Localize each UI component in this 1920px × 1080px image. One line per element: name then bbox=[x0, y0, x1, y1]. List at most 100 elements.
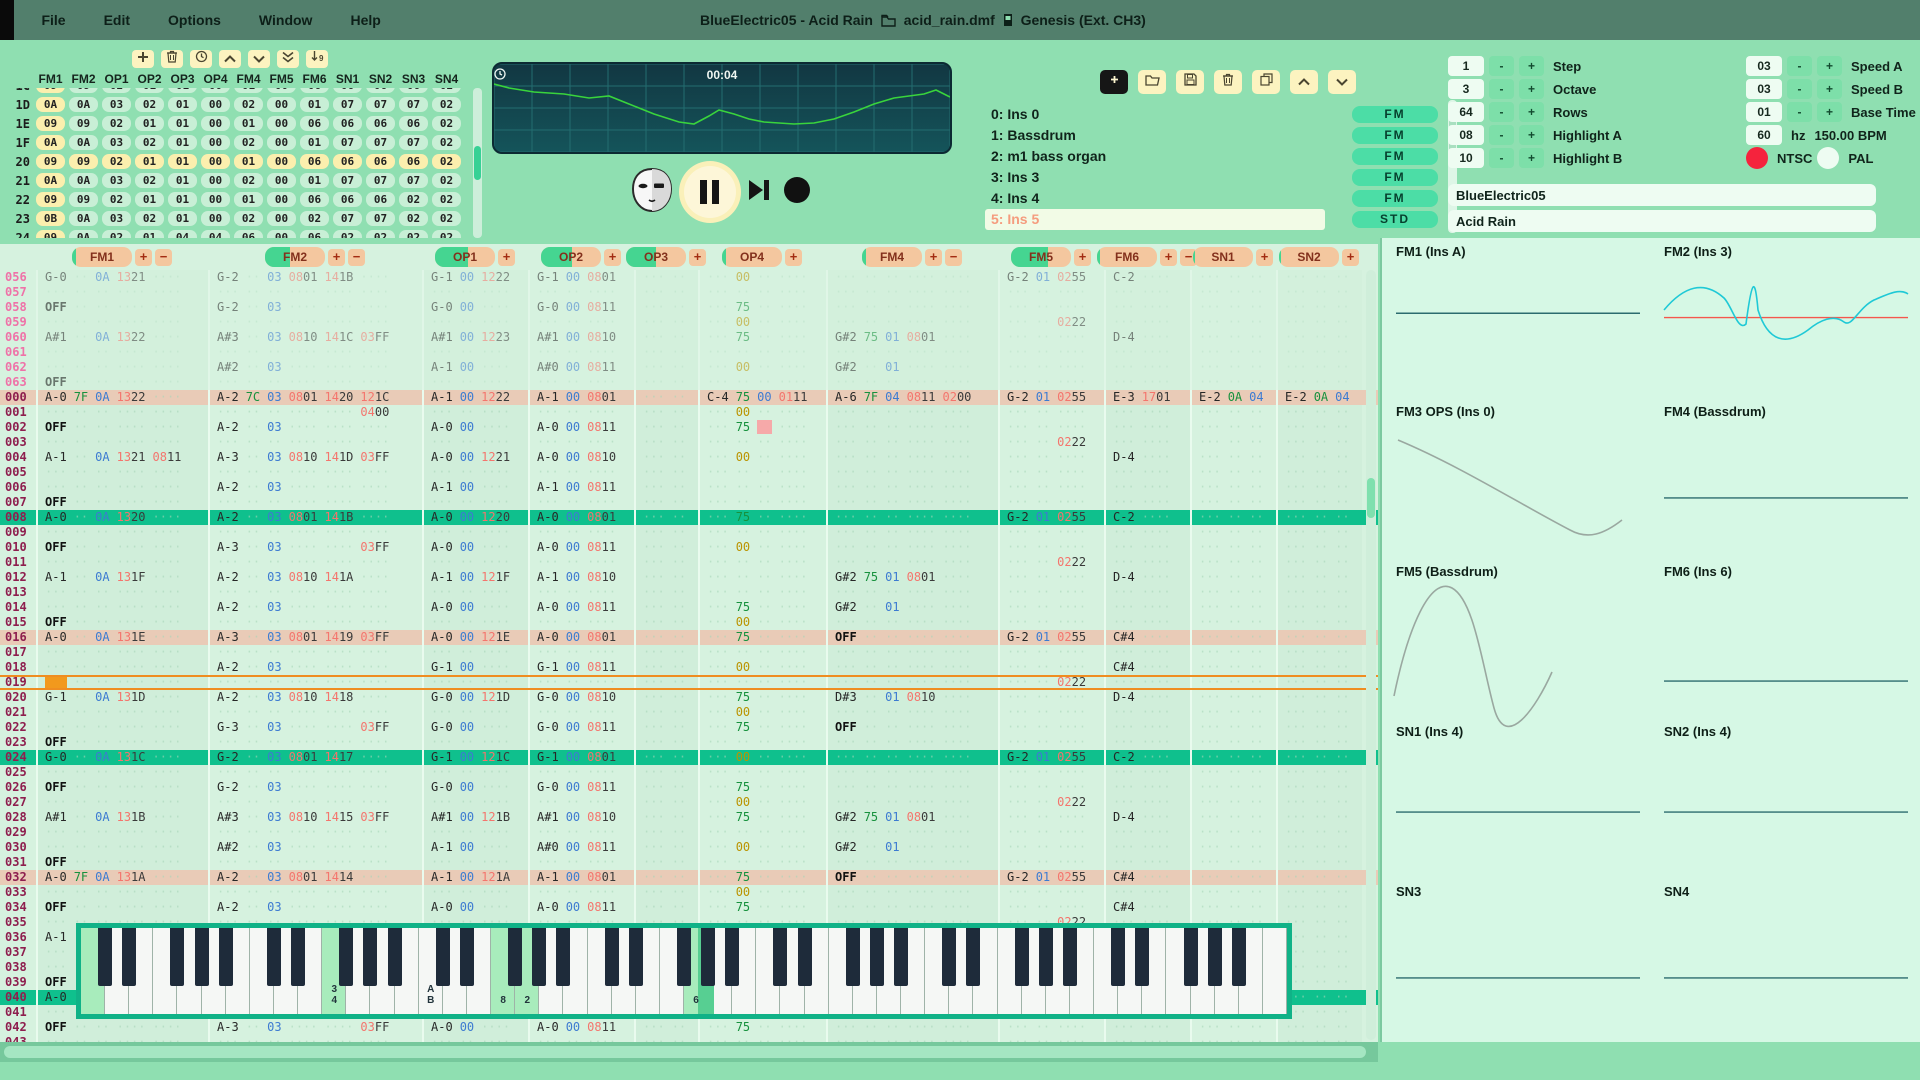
pattern-row[interactable]: 060A#1··0A1322····A#3··030810141C03FFA#1… bbox=[0, 330, 1378, 345]
cell-fm4[interactable]: ··············· bbox=[826, 525, 998, 540]
cell-op3[interactable]: ····· bbox=[634, 780, 698, 795]
cell-fm5[interactable]: G-2010255 bbox=[998, 270, 1104, 285]
pattern-row[interactable]: 001······························0400···… bbox=[0, 405, 1378, 420]
cell-sn2[interactable]: E-20A04 bbox=[1276, 390, 1362, 405]
cell-fm4[interactable]: ··············· bbox=[826, 405, 998, 420]
cell-op1[interactable]: ········· bbox=[422, 465, 528, 480]
matrix-cell[interactable]: 09 bbox=[67, 88, 100, 93]
matrix-row[interactable]: 24090A0201040406000602020202 bbox=[4, 228, 470, 238]
instrument-item[interactable]: 1: Bassdrum bbox=[985, 125, 1325, 146]
pattern-row[interactable]: 057·····································… bbox=[0, 285, 1378, 300]
matrix-cell[interactable]: 01 bbox=[166, 154, 199, 169]
cell-op2[interactable]: G-1000811 bbox=[528, 660, 634, 675]
matrix-cell[interactable]: 02 bbox=[133, 173, 166, 188]
folder-button[interactable] bbox=[1138, 70, 1166, 94]
cell-fm1[interactable]: ··············· bbox=[36, 285, 208, 300]
cell-op2[interactable]: A#1000810 bbox=[528, 810, 634, 825]
cell-op4[interactable]: ··········· bbox=[698, 480, 826, 495]
cell-sn1[interactable]: ······· bbox=[1190, 555, 1276, 570]
matrix-cell[interactable]: 06 bbox=[397, 116, 430, 131]
matrix-cell[interactable]: 02 bbox=[397, 192, 430, 207]
increment-button[interactable]: + bbox=[1519, 125, 1544, 145]
cell-fm2[interactable]: A-2··03············ bbox=[208, 600, 422, 615]
cell-op1[interactable]: A-100121A bbox=[422, 870, 528, 885]
cell-sn2[interactable]: ······· bbox=[1276, 660, 1362, 675]
cell-op4[interactable]: ···00······ bbox=[698, 270, 826, 285]
cell-fm6[interactable]: ······· bbox=[1104, 360, 1190, 375]
setting-value[interactable]: 1 bbox=[1448, 56, 1484, 76]
pattern-row[interactable]: 019·····································… bbox=[0, 675, 1378, 690]
matrix-cell[interactable]: 01 bbox=[232, 88, 265, 93]
cell-op4[interactable]: ··········· bbox=[698, 375, 826, 390]
cell-sn2[interactable]: ······· bbox=[1276, 360, 1362, 375]
pattern-row[interactable]: 002OFF············A-2··03············A-0… bbox=[0, 420, 1378, 435]
matrix-cell[interactable]: 09 bbox=[67, 192, 100, 207]
cell-sn1[interactable]: ······· bbox=[1190, 480, 1276, 495]
cell-fm5[interactable]: ········· bbox=[998, 600, 1104, 615]
matrix-cell[interactable]: 09 bbox=[34, 116, 67, 131]
cell-sn1[interactable]: E-20A04 bbox=[1190, 390, 1276, 405]
cell-op1[interactable]: G-000···· bbox=[422, 780, 528, 795]
cell-sn2[interactable]: ······· bbox=[1276, 540, 1362, 555]
cell-op4[interactable]: ··········· bbox=[698, 495, 826, 510]
matrix-cell[interactable]: 02 bbox=[232, 173, 265, 188]
cell-op2[interactable]: G-1000801 bbox=[528, 750, 634, 765]
channel-mute-button[interactable]: FM2 bbox=[265, 247, 325, 267]
cell-fm1[interactable]: A#1··0A131B···· bbox=[36, 810, 208, 825]
decrement-button[interactable]: - bbox=[1489, 148, 1514, 168]
cell-fm1[interactable]: ··············· bbox=[36, 360, 208, 375]
matrix-cell[interactable]: 01 bbox=[166, 97, 199, 112]
chevron-up-button[interactable] bbox=[219, 50, 241, 68]
cell-op1[interactable]: ········· bbox=[422, 855, 528, 870]
cell-op2[interactable]: A-0000801 bbox=[528, 630, 634, 645]
cell-fm1[interactable]: ··············· bbox=[36, 600, 208, 615]
cell-fm2[interactable]: G-3··03········03FF bbox=[208, 720, 422, 735]
setting-value[interactable]: 03 bbox=[1746, 79, 1782, 99]
cell-op4[interactable]: ··········· bbox=[698, 555, 826, 570]
setting-value[interactable]: 64 bbox=[1448, 102, 1484, 122]
cell-sn1[interactable]: ······· bbox=[1190, 525, 1276, 540]
pattern-row[interactable]: 008A-0··0A1320····A-2··030801141B····A-0… bbox=[0, 510, 1378, 525]
pattern-row[interactable]: 016A-0··0A131E····A-3··030801141903FFA-0… bbox=[0, 630, 1378, 645]
cell-fm5[interactable]: ········· bbox=[998, 645, 1104, 660]
pattern-row[interactable]: 006···············A-2··03············A-1… bbox=[0, 480, 1378, 495]
cell-fm2[interactable]: A-2··030801141B···· bbox=[208, 510, 422, 525]
cell-fm4[interactable]: ··············· bbox=[826, 677, 998, 688]
cell-fm1[interactable]: ··············· bbox=[36, 885, 208, 900]
cell-sn1[interactable]: ······· bbox=[1190, 735, 1276, 750]
cell-op1[interactable]: ········· bbox=[422, 345, 528, 360]
cell-fm5[interactable]: ········· bbox=[998, 300, 1104, 315]
matrix-cell[interactable]: 0A bbox=[34, 135, 67, 150]
cell-sn1[interactable]: ······· bbox=[1190, 690, 1276, 705]
cell-fm1[interactable]: ··············· bbox=[36, 465, 208, 480]
cell-fm6[interactable]: ······· bbox=[1104, 677, 1190, 688]
cell-fm4[interactable]: ··············· bbox=[826, 540, 998, 555]
cell-op1[interactable]: ········· bbox=[422, 735, 528, 750]
cell-fm2[interactable]: ··················· bbox=[208, 825, 422, 840]
pattern-row[interactable]: 022···············G-3··03········03FFG-0… bbox=[0, 720, 1378, 735]
pattern-row[interactable]: 017·····································… bbox=[0, 645, 1378, 660]
cell-op1[interactable]: A-000···· bbox=[422, 600, 528, 615]
cell-fm2[interactable]: A-3··030801141903FF bbox=[208, 630, 422, 645]
cell-op3[interactable]: ····· bbox=[634, 585, 698, 600]
cell-fm6[interactable]: ······· bbox=[1104, 600, 1190, 615]
cell-op1[interactable]: A-000···· bbox=[422, 420, 528, 435]
matrix-cell[interactable]: 00 bbox=[199, 173, 232, 188]
menu-window[interactable]: Window bbox=[240, 0, 332, 40]
cell-op1[interactable]: G-1001222 bbox=[422, 270, 528, 285]
matrix-cell[interactable]: 02 bbox=[430, 230, 463, 238]
cell-fm5[interactable]: G-2010255 bbox=[998, 750, 1104, 765]
matrix-cell[interactable]: 02 bbox=[100, 88, 133, 93]
matrix-cell[interactable]: 02 bbox=[397, 211, 430, 226]
increment-button[interactable]: + bbox=[1519, 148, 1544, 168]
cell-fm2[interactable]: A-2··03············ bbox=[208, 660, 422, 675]
matrix-cell[interactable]: 02 bbox=[364, 230, 397, 238]
matrix-cell[interactable]: 06 bbox=[232, 230, 265, 238]
pattern-row[interactable]: 032A-07F0A131A····A-2··0308011414····A-1… bbox=[0, 870, 1378, 885]
matrix-cell[interactable]: 01 bbox=[133, 88, 166, 93]
cell-op1[interactable]: ········· bbox=[422, 825, 528, 840]
cell-op1[interactable]: A-100121F bbox=[422, 570, 528, 585]
cell-fm6[interactable]: ······· bbox=[1104, 825, 1190, 840]
channel-mute-button[interactable]: FM5 bbox=[1011, 247, 1071, 267]
matrix-cell[interactable]: 03 bbox=[100, 211, 133, 226]
